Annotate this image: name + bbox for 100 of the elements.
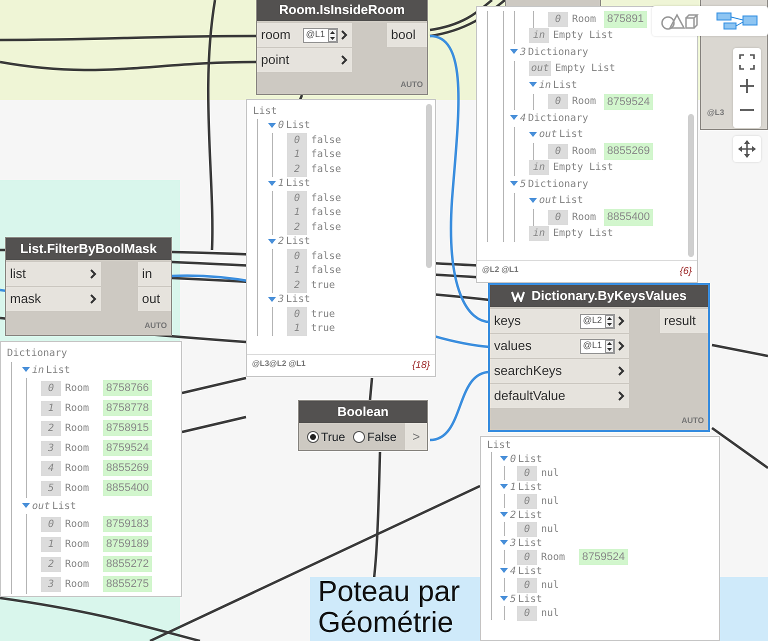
boolean-node[interactable]: Boolean True False > xyxy=(298,400,428,451)
wire xyxy=(712,344,768,358)
list-index: 1 xyxy=(278,177,284,192)
item-text: List xyxy=(518,452,542,466)
item-text: List xyxy=(559,128,584,142)
watch-levels: @L2 @L1 xyxy=(482,264,518,276)
list-index: 3 xyxy=(520,46,526,60)
list-index: 5 xyxy=(41,480,61,496)
wire xyxy=(0,248,6,252)
list-index: 4 xyxy=(41,460,61,476)
item-text: List xyxy=(286,293,310,308)
list-index: 0 xyxy=(287,248,307,264)
lacing-mode-label: AUTO xyxy=(144,321,167,330)
item-text: Room xyxy=(541,550,566,564)
chevron-icon xyxy=(618,391,625,401)
pan-icon[interactable] xyxy=(738,140,756,158)
element-id: 8759524 xyxy=(579,548,628,566)
list-index: 1 xyxy=(41,536,61,552)
note-text-line: Géométrie xyxy=(318,608,454,639)
element-id: 8759524 xyxy=(103,440,152,456)
item-text: Dictionary xyxy=(528,46,588,60)
chevron-icon xyxy=(90,294,97,304)
list-index: 0 xyxy=(517,578,537,592)
function-node[interactable]: Dictionary.ByKeysValues keys @L2 values @L1 searchKeys defaultValue result AUTO xyxy=(488,283,710,432)
watch-levels: @L3@L2 @L1 xyxy=(252,358,306,370)
radio-option[interactable]: True xyxy=(307,428,346,446)
function-node[interactable]: Room.IsInsideRoom room @L1 point bool AUTO xyxy=(256,0,428,95)
input-port[interactable]: list xyxy=(6,262,101,286)
output-port[interactable]: > xyxy=(405,423,427,450)
list-index: 2 xyxy=(287,278,307,293)
list-index: in xyxy=(529,226,549,242)
lacing-field[interactable]: @L1 xyxy=(302,28,338,42)
item-text: true xyxy=(311,322,336,336)
output-port[interactable]: in xyxy=(138,262,171,286)
item-text: List xyxy=(52,500,76,514)
list-index: 0 xyxy=(548,210,568,225)
input-port[interactable]: values @L1 xyxy=(490,334,629,358)
element-id: 8759183 xyxy=(103,516,152,532)
chevron-icon xyxy=(341,55,348,65)
input-port[interactable]: mask xyxy=(6,287,101,311)
wire xyxy=(711,426,768,470)
output-port[interactable]: bool xyxy=(387,23,427,47)
watch-title: List xyxy=(253,105,278,118)
list-index: 0 xyxy=(548,12,568,27)
zoom-in-icon[interactable] xyxy=(739,78,755,94)
list-index: 4 xyxy=(510,564,516,578)
element-id: 8758766 xyxy=(103,380,152,396)
input-port[interactable]: room @L1 xyxy=(257,23,352,47)
output-port[interactable]: out xyxy=(138,287,171,311)
output-port[interactable]: result xyxy=(660,309,708,333)
list-index: out xyxy=(539,128,558,142)
note-text-line: Poteau par xyxy=(318,577,460,608)
item-text: nul xyxy=(541,522,560,536)
watch-levels: @L3 xyxy=(706,107,726,119)
list-index: 4 xyxy=(520,112,526,126)
node-title: Dictionary.ByKeysValues xyxy=(531,287,687,306)
input-port[interactable]: searchKeys xyxy=(490,359,629,383)
item-text: false xyxy=(311,134,342,148)
scrollbar[interactable] xyxy=(688,114,694,257)
item-text: Room xyxy=(572,210,596,225)
lacing-field[interactable]: @L2 xyxy=(580,314,615,328)
input-port[interactable]: defaultValue xyxy=(490,384,629,408)
list-index: 1 xyxy=(287,147,307,162)
item-text: Dictionary xyxy=(528,178,588,192)
list-index: 3 xyxy=(278,293,284,308)
item-text: Empty List xyxy=(555,62,616,76)
lacing-field[interactable]: @L1 xyxy=(580,338,615,354)
input-port[interactable]: keys @L2 xyxy=(490,309,629,333)
item-text: Room xyxy=(65,422,90,436)
list-index: 0 xyxy=(41,516,61,532)
item-text: List xyxy=(518,480,542,494)
list-index: 0 xyxy=(517,606,537,620)
item-text: Room xyxy=(65,402,90,416)
item-count: {18} xyxy=(412,359,430,373)
item-text: List xyxy=(518,508,542,522)
lacing-mode-label: AUTO xyxy=(400,80,423,89)
item-text: List xyxy=(518,536,542,550)
list-index: in xyxy=(32,364,44,378)
chevron-icon xyxy=(618,366,625,376)
list-index: 0 xyxy=(548,94,568,110)
list-index: 2 xyxy=(510,508,516,522)
list-index: 3 xyxy=(510,536,516,550)
node-title: Room.IsInsideRoom xyxy=(279,1,405,20)
scrollbar[interactable] xyxy=(426,104,432,268)
graph-view-icon[interactable] xyxy=(716,11,758,31)
list-index: 5 xyxy=(520,178,526,192)
item-text: Room xyxy=(65,538,90,552)
wire xyxy=(430,370,490,442)
item-text: Room xyxy=(572,12,596,27)
chevron-icon xyxy=(618,341,625,351)
list-index: 0 xyxy=(548,144,568,159)
list-index: 1 xyxy=(287,205,307,220)
item-text: List xyxy=(518,592,542,606)
element-id: 8759524 xyxy=(604,94,653,110)
function-node[interactable]: List.FilterByBoolMask list mask in out AUTO xyxy=(5,237,172,336)
radio-option[interactable]: False xyxy=(353,428,397,446)
fit-view-icon[interactable] xyxy=(739,54,755,70)
list-index: 3 xyxy=(41,440,61,456)
list-index: 0 xyxy=(517,466,537,480)
input-port[interactable]: point xyxy=(257,48,352,72)
